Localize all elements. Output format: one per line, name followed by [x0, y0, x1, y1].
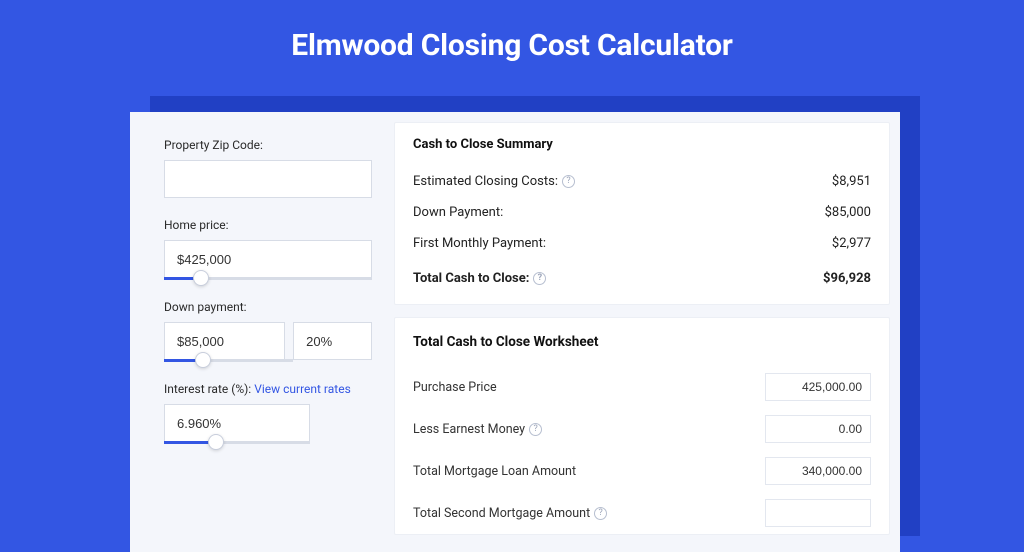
down-payment-block: Down payment:	[164, 300, 372, 362]
slider-thumb[interactable]	[195, 352, 211, 368]
worksheet-row-purchase-price: Purchase Price	[413, 366, 871, 408]
home-price-slider-wrap	[164, 240, 372, 280]
home-price-block: Home price:	[164, 218, 372, 280]
zip-input[interactable]	[164, 160, 372, 198]
down-payment-input[interactable]	[164, 322, 285, 360]
worksheet-row-second-mortgage: Total Second Mortgage Amount ?	[413, 492, 871, 534]
worksheet-input-second-mortgage[interactable]	[765, 499, 871, 527]
summary-total-value: $96,928	[823, 271, 871, 286]
results-main: Cash to Close Summary Estimated Closing …	[394, 112, 900, 552]
calculator-panel: Property Zip Code: Home price: Down paym…	[130, 112, 900, 552]
worksheet-heading: Total Cash to Close Worksheet	[413, 334, 871, 350]
worksheet-input-earnest-money[interactable]	[765, 415, 871, 443]
summary-value: $2,977	[832, 236, 871, 251]
interest-rate-label: Interest rate (%): View current rates	[164, 382, 372, 396]
worksheet-card: Total Cash to Close Worksheet Purchase P…	[394, 317, 890, 535]
view-rates-link[interactable]: View current rates	[254, 382, 351, 396]
summary-value: $85,000	[825, 205, 871, 220]
zip-field-block: Property Zip Code:	[164, 138, 372, 198]
summary-label: First Monthly Payment:	[413, 236, 546, 251]
summary-row-first-payment: First Monthly Payment: $2,977	[413, 228, 871, 259]
summary-value: $8,951	[832, 174, 871, 189]
worksheet-row-earnest-money: Less Earnest Money ?	[413, 408, 871, 450]
help-icon[interactable]: ?	[529, 423, 542, 436]
inputs-sidebar: Property Zip Code: Home price: Down paym…	[130, 112, 394, 552]
summary-total-label: Total Cash to Close:	[413, 271, 529, 286]
summary-card: Cash to Close Summary Estimated Closing …	[394, 122, 890, 305]
down-payment-slider[interactable]	[164, 359, 293, 362]
summary-row-closing-costs: Estimated Closing Costs: ? $8,951	[413, 166, 871, 197]
interest-slider-wrap	[164, 404, 310, 444]
down-payment-pct-input[interactable]	[293, 322, 372, 360]
worksheet-label: Total Second Mortgage Amount	[413, 506, 590, 521]
home-price-slider[interactable]	[164, 277, 372, 280]
interest-rate-label-text: Interest rate (%):	[164, 382, 254, 396]
help-icon[interactable]: ?	[562, 175, 575, 188]
slider-thumb[interactable]	[193, 270, 209, 286]
help-icon[interactable]: ?	[594, 507, 607, 520]
slider-thumb[interactable]	[208, 434, 224, 450]
home-price-label: Home price:	[164, 218, 372, 232]
worksheet-row-mortgage-amount: Total Mortgage Loan Amount	[413, 450, 871, 492]
down-payment-row	[164, 322, 372, 360]
summary-row-total: Total Cash to Close: ? $96,928	[413, 259, 871, 294]
worksheet-label: Less Earnest Money	[413, 422, 525, 437]
worksheet-input-purchase-price[interactable]	[765, 373, 871, 401]
summary-row-down-payment: Down Payment: $85,000	[413, 197, 871, 228]
worksheet-label: Total Mortgage Loan Amount	[413, 464, 576, 479]
interest-rate-input[interactable]	[164, 404, 310, 442]
summary-label: Down Payment:	[413, 205, 503, 220]
page-title: Elmwood Closing Cost Calculator	[0, 0, 1024, 87]
interest-rate-block: Interest rate (%): View current rates	[164, 382, 372, 444]
help-icon[interactable]: ?	[533, 272, 546, 285]
worksheet-input-mortgage-amount[interactable]	[765, 457, 871, 485]
summary-label: Estimated Closing Costs:	[413, 174, 558, 189]
summary-heading: Cash to Close Summary	[413, 137, 871, 152]
interest-rate-slider[interactable]	[164, 441, 310, 444]
worksheet-label: Purchase Price	[413, 380, 497, 395]
down-payment-label: Down payment:	[164, 300, 372, 314]
zip-label: Property Zip Code:	[164, 138, 372, 152]
